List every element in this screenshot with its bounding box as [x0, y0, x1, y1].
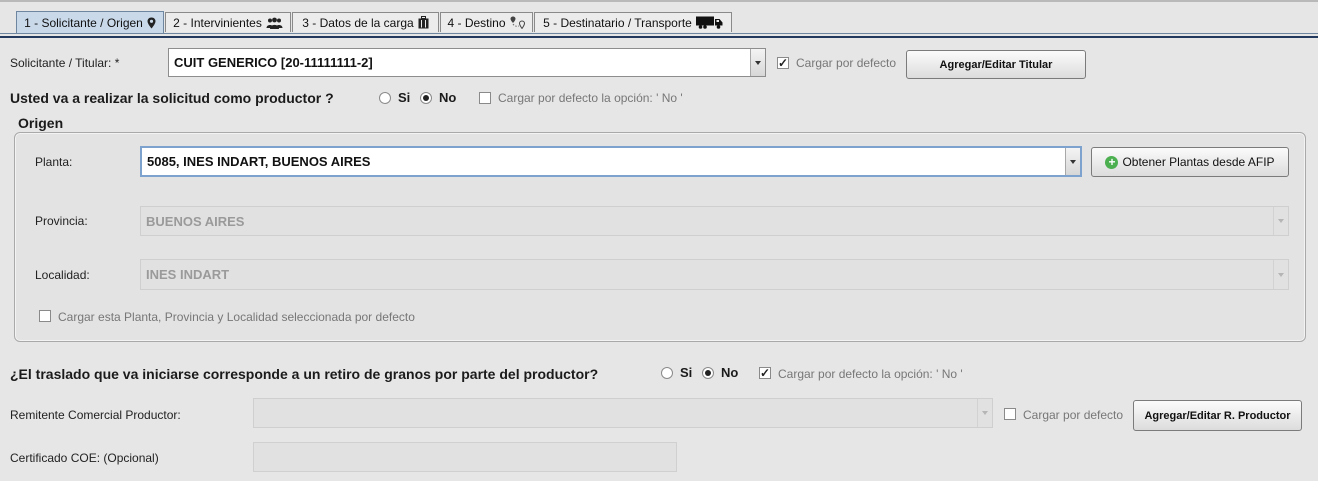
people-icon — [266, 17, 283, 29]
dropdown-arrow-button[interactable] — [977, 399, 992, 427]
chevron-down-icon — [755, 60, 761, 65]
agregar-editar-productor-button[interactable]: Agregar/Editar R. Productor — [1133, 400, 1302, 431]
cargo-bag-icon — [418, 16, 429, 29]
tab-datos-carga[interactable]: 3 - Datos de la carga — [292, 12, 439, 32]
provincia-select[interactable]: BUENOS AIRES — [140, 206, 1289, 236]
dropdown-arrow-button[interactable] — [1273, 207, 1288, 235]
truck-icon — [695, 16, 723, 29]
localidad-label: Localidad: — [35, 268, 90, 282]
dropdown-arrow-button[interactable] — [1065, 148, 1080, 175]
button-label: Agregar/Editar Titular — [939, 58, 1053, 71]
coe-label: Certificado COE: (Opcional) — [10, 451, 159, 465]
solicitante-default-label: Cargar por defecto — [796, 56, 897, 70]
remitente-default-checkbox[interactable] — [1004, 408, 1016, 420]
tab-solicitante-origen[interactable]: 1 - Solicitante / Origen — [16, 11, 164, 33]
productor-question: Usted va a realizar la solicitud como pr… — [10, 90, 334, 106]
productor-no-radio[interactable] — [420, 92, 432, 104]
origen-default-checkbox[interactable] — [39, 310, 51, 322]
retiro-si-label: Si — [680, 365, 693, 380]
location-pin-icon — [147, 17, 156, 28]
remitente-select[interactable] — [253, 398, 993, 428]
retiro-default-checkbox[interactable] — [759, 367, 771, 379]
solicitante-default-checkbox[interactable] — [777, 57, 789, 69]
retiro-no-label: No — [721, 365, 739, 380]
dropdown-arrow-button[interactable] — [750, 49, 765, 76]
tab-divider-bold — [0, 36, 1318, 38]
retiro-default-label: Cargar por defecto la opción: ' No ' — [778, 367, 963, 381]
tab-label: 3 - Datos de la carga — [302, 15, 414, 30]
chevron-down-icon — [1070, 159, 1076, 164]
button-label: Obtener Plantas desde AFIP — [1122, 155, 1275, 169]
localidad-value: INES INDART — [146, 267, 230, 282]
solicitante-select[interactable]: CUIT GENERICO [20-11111111-2] — [168, 48, 766, 77]
retiro-question: ¿El traslado que va iniciarse correspond… — [10, 366, 599, 382]
chevron-down-icon — [1278, 272, 1284, 277]
productor-si-radio[interactable] — [379, 92, 391, 104]
route-pins-icon — [510, 16, 525, 29]
solicitante-value: CUIT GENERICO [20-11111111-2] — [174, 55, 373, 70]
planta-select[interactable]: 5085, INES INDART, BUENOS AIRES — [140, 146, 1082, 177]
tab-label: 5 - Destinatario / Transporte — [543, 15, 692, 30]
coe-input[interactable] — [253, 442, 677, 472]
agregar-editar-titular-button[interactable]: Agregar/Editar Titular — [906, 50, 1086, 79]
planta-value: 5085, INES INDART, BUENOS AIRES — [147, 154, 371, 169]
tab-divider — [0, 33, 1318, 34]
origen-title: Origen — [18, 115, 64, 131]
tab-intervinientes[interactable]: 2 - Intervinientes — [165, 12, 291, 32]
tab-destinatario-transporte[interactable]: 5 - Destinatario / Transporte — [534, 12, 732, 32]
tab-destino[interactable]: 4 - Destino — [440, 12, 533, 32]
retiro-si-radio[interactable] — [661, 367, 673, 379]
productor-default-label: Cargar por defecto la opción: ' No ' — [498, 91, 683, 105]
chevron-down-icon — [1278, 219, 1284, 223]
button-label: Agregar/Editar R. Productor — [1144, 409, 1291, 422]
tab-label: 2 - Intervinientes — [173, 15, 262, 30]
localidad-select[interactable]: INES INDART — [140, 259, 1289, 290]
retiro-no-radio[interactable] — [702, 367, 714, 379]
tab-bar: 1 - Solicitante / Origen 2 - Intervinien… — [0, 0, 1318, 36]
provincia-label: Provincia: — [35, 214, 88, 228]
solicitante-label: Solicitante / Titular: * — [10, 56, 120, 70]
chevron-down-icon — [982, 411, 988, 415]
add-circle-icon: + — [1105, 155, 1119, 169]
origen-default-label: Cargar esta Planta, Provincia y Localida… — [58, 310, 415, 324]
tab-label: 4 - Destino — [447, 15, 506, 30]
provincia-value: BUENOS AIRES — [146, 213, 245, 229]
productor-default-checkbox[interactable] — [479, 92, 491, 104]
productor-no-label: No — [439, 90, 457, 105]
remitente-label: Remitente Comercial Productor: — [10, 408, 181, 422]
remitente-default-label: Cargar por defecto — [1023, 408, 1124, 422]
planta-label: Planta: — [35, 155, 73, 169]
tab-label: 1 - Solicitante / Origen — [24, 15, 143, 30]
obtener-plantas-afip-button[interactable]: + Obtener Plantas desde AFIP — [1091, 147, 1289, 177]
productor-si-label: Si — [398, 90, 411, 105]
dropdown-arrow-button[interactable] — [1273, 260, 1288, 289]
